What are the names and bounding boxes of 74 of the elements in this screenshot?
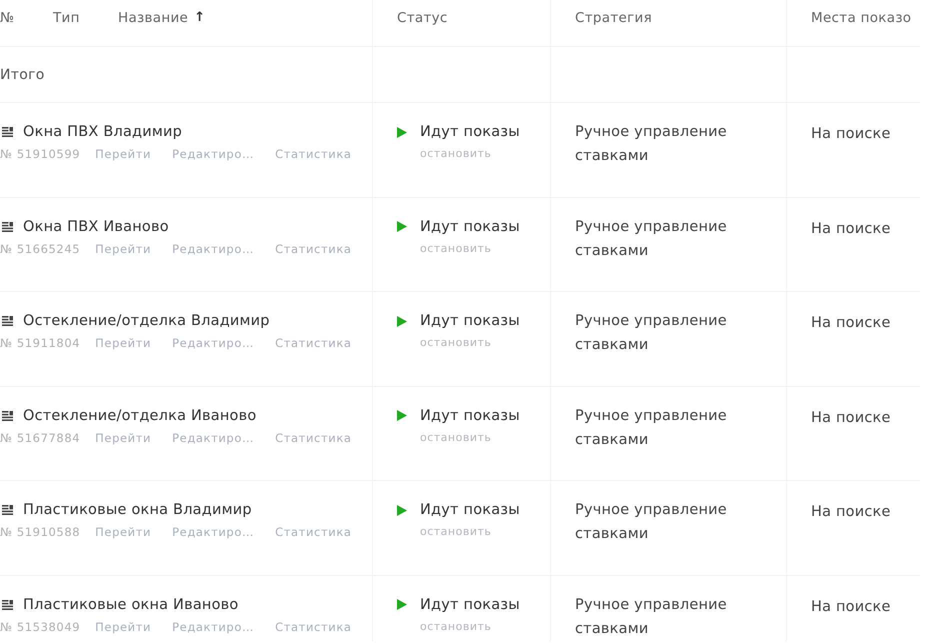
- action-link[interactable]: Перейти: [95, 336, 152, 350]
- action-link[interactable]: Перейти: [95, 147, 152, 161]
- column-header[interactable]: Стратегия: [575, 9, 652, 27]
- campaign-number: № 51910599: [0, 147, 80, 161]
- sort-arrow-icon[interactable]: ↑: [194, 9, 206, 27]
- placement-text: На поиске: [811, 504, 891, 520]
- play-icon: [397, 126, 407, 138]
- text-lines-icon: [2, 316, 13, 326]
- column-header[interactable]: Статус: [397, 9, 448, 27]
- campaign-number: № 51911804: [0, 336, 80, 350]
- placement-text: На поиске: [811, 220, 891, 237]
- campaign-number: № 51910588: [0, 525, 80, 540]
- text-lines-icon: [2, 505, 13, 516]
- action-link[interactable]: Перейти: [95, 620, 152, 634]
- stop-link[interactable]: остановить: [420, 147, 492, 161]
- status-text: Идут показы: [420, 501, 520, 520]
- column-header[interactable]: Места показо: [811, 9, 912, 27]
- placement-text: На поиске: [811, 126, 891, 142]
- strategy-text: Ручное управление ставками: [575, 406, 728, 450]
- action-link[interactable]: Перейти: [95, 430, 152, 445]
- play-icon: [397, 410, 407, 422]
- action-link[interactable]: Редактиро…: [172, 336, 254, 350]
- action-link[interactable]: Редактиро…: [172, 620, 254, 634]
- action-link[interactable]: Редактиро…: [172, 147, 254, 161]
- action-link[interactable]: Перейти: [95, 242, 152, 256]
- play-icon: [397, 221, 407, 232]
- status-text: Идут показы: [420, 406, 520, 425]
- text-lines-icon: [2, 222, 13, 232]
- stop-link[interactable]: остановить: [420, 242, 492, 256]
- action-link[interactable]: Статистика: [275, 147, 352, 161]
- action-link[interactable]: Редактиро…: [172, 430, 254, 445]
- action-link[interactable]: Перейти: [95, 525, 152, 540]
- play-icon: [397, 316, 407, 327]
- status-text: Идут показы: [420, 312, 520, 330]
- text-lines-icon: [2, 410, 13, 421]
- campaign-name[interactable]: Остекление/отделка Владимир: [23, 312, 270, 330]
- column-header[interactable]: Название: [118, 9, 188, 27]
- action-link[interactable]: Статистика: [275, 525, 352, 540]
- action-link[interactable]: Редактиро…: [172, 242, 254, 256]
- campaign-number: № 51665245: [0, 242, 80, 256]
- stop-link[interactable]: остановить: [420, 430, 492, 445]
- campaign-name[interactable]: Остекление/отделка Иваново: [23, 406, 256, 425]
- action-link[interactable]: Статистика: [275, 242, 352, 256]
- stop-link[interactable]: остановить: [420, 336, 492, 350]
- column-header[interactable]: №: [0, 9, 14, 27]
- campaign-number: № 51677884: [0, 430, 80, 445]
- action-link[interactable]: Статистика: [275, 336, 352, 350]
- status-text: Идут показы: [420, 123, 520, 141]
- stop-link[interactable]: остановить: [420, 620, 492, 634]
- stop-link[interactable]: остановить: [420, 525, 492, 540]
- status-text: Идут показы: [420, 596, 520, 614]
- campaign-number: № 51538049: [0, 620, 80, 634]
- strategy-text: Ручное управление ставками: [575, 596, 728, 639]
- total-label: Итого: [0, 66, 45, 84]
- text-lines-icon: [2, 600, 13, 610]
- action-link[interactable]: Редактиро…: [172, 525, 254, 540]
- column-header[interactable]: Тип: [53, 9, 80, 27]
- placement-text: На поиске: [811, 598, 891, 615]
- strategy-text: Ручное управление ставками: [575, 312, 728, 356]
- play-icon: [397, 504, 407, 516]
- campaign-name[interactable]: Пластиковые окна Владимир: [23, 501, 252, 520]
- action-link[interactable]: Статистика: [275, 430, 352, 445]
- text-lines-icon: [2, 127, 13, 137]
- campaign-name[interactable]: Окна ПВХ Владимир: [23, 123, 182, 141]
- placement-text: На поиске: [811, 315, 891, 332]
- campaign-name[interactable]: Пластиковые окна Иваново: [23, 596, 239, 614]
- strategy-text: Ручное управление ставками: [575, 501, 728, 544]
- campaign-name[interactable]: Окна ПВХ Иваново: [23, 218, 169, 236]
- strategy-text: Ручное управление ставками: [575, 218, 728, 261]
- status-text: Идут показы: [420, 218, 520, 236]
- strategy-text: Ручное управление ставками: [575, 123, 728, 166]
- placement-text: На поиске: [811, 410, 891, 426]
- action-link[interactable]: Статистика: [275, 620, 352, 634]
- play-icon: [397, 599, 407, 610]
